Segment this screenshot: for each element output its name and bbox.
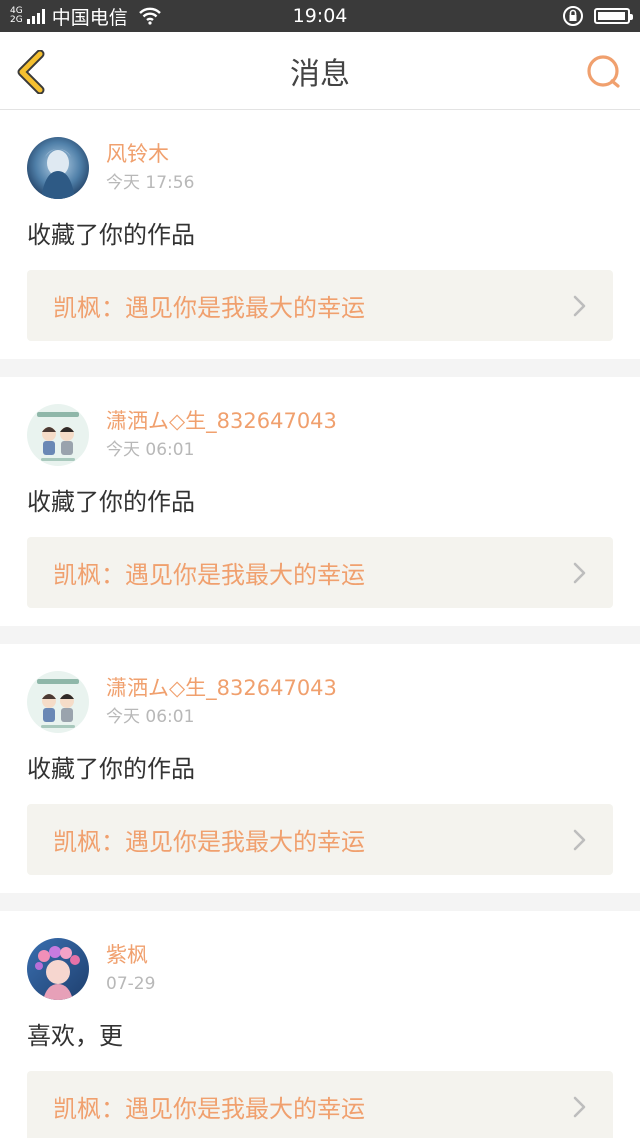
message-action-text: 收藏了你的作品 <box>27 221 195 249</box>
message-action-text: 喜欢，更 <box>27 1022 123 1050</box>
work-title: 凯枫：遇见你是我最大的幸运 <box>53 1095 365 1123</box>
work-link[interactable]: 凯枫：遇见你是我最大的幸运 <box>27 804 613 875</box>
avatar-image <box>27 404 89 466</box>
message-header: 紫枫 07-29 <box>27 937 613 1001</box>
status-left: 4G 2G 中国电信 <box>10 3 161 30</box>
screen: 4G 2G 中国电信 19:04 消息 风铃木 今天 17:56 收藏了你的作品… <box>0 0 640 1138</box>
user-meta: 风铃木 今天 17:56 <box>106 140 194 196</box>
signal-icon <box>26 8 45 24</box>
avatar-image <box>27 938 89 1000</box>
message-time: 今天 06:01 <box>106 440 195 460</box>
wifi-icon <box>138 7 161 25</box>
search-button[interactable] <box>584 52 624 92</box>
work-link[interactable]: 凯枫：遇见你是我最大的幸运 <box>27 270 613 341</box>
network-type-bottom: 2G <box>10 15 23 25</box>
message-card: 风铃木 今天 17:56 收藏了你的作品 凯枫：遇见你是我最大的幸运 <box>0 110 640 359</box>
rotation-lock-icon <box>563 6 583 26</box>
chevron-right-icon <box>573 1096 586 1117</box>
work-link[interactable]: 凯枫：遇见你是我最大的幸运 <box>27 1071 613 1138</box>
message-time: 今天 17:56 <box>106 173 195 193</box>
user-meta: 潇洒ム◇生_832647043 今天 06:01 <box>106 407 337 463</box>
app-header: 消息 <box>0 32 640 110</box>
chevron-left-icon <box>17 49 45 95</box>
avatar-image <box>27 671 89 733</box>
message-header: 风铃木 今天 17:56 <box>27 136 613 200</box>
chevron-right-icon <box>573 295 586 316</box>
search-icon <box>587 55 620 88</box>
battery-level <box>598 12 625 20</box>
work-title: 凯枫：遇见你是我最大的幸运 <box>53 294 365 322</box>
user-name[interactable]: 潇洒ム◇生_832647043 <box>106 407 337 435</box>
message-card: 紫枫 07-29 喜欢，更 凯枫：遇见你是我最大的幸运 <box>0 911 640 1138</box>
status-right <box>562 5 633 27</box>
user-name[interactable]: 风铃木 <box>106 140 194 168</box>
user-meta: 潇洒ム◇生_832647043 今天 06:01 <box>106 674 337 730</box>
avatar[interactable] <box>27 137 89 199</box>
work-link[interactable]: 凯枫：遇见你是我最大的幸运 <box>27 537 613 608</box>
message-header: 潇洒ム◇生_832647043 今天 06:01 <box>27 403 613 467</box>
message-action-text: 收藏了你的作品 <box>27 755 195 783</box>
message-action-text: 收藏了你的作品 <box>27 488 195 516</box>
status-bar: 4G 2G 中国电信 19:04 <box>0 0 640 32</box>
chevron-right-icon <box>573 562 586 583</box>
chevron-right-icon <box>573 829 586 850</box>
message-time: 今天 06:01 <box>106 707 195 727</box>
user-meta: 紫枫 07-29 <box>106 941 155 997</box>
user-name[interactable]: 紫枫 <box>106 941 155 969</box>
message-card: 潇洒ム◇生_832647043 今天 06:01 收藏了你的作品 凯枫：遇见你是… <box>0 644 640 893</box>
work-title: 凯枫：遇见你是我最大的幸运 <box>53 828 365 856</box>
back-button[interactable] <box>14 49 54 95</box>
message-time: 07-29 <box>106 974 156 994</box>
work-title: 凯枫：遇见你是我最大的幸运 <box>53 561 365 589</box>
user-name[interactable]: 潇洒ム◇生_832647043 <box>106 674 337 702</box>
avatar[interactable] <box>27 404 89 466</box>
page-title: 消息 <box>290 56 350 92</box>
message-card: 潇洒ム◇生_832647043 今天 06:01 收藏了你的作品 凯枫：遇见你是… <box>0 377 640 626</box>
message-header: 潇洒ム◇生_832647043 今天 06:01 <box>27 670 613 734</box>
carrier-name: 中国电信 <box>51 6 128 29</box>
battery-icon <box>594 8 633 24</box>
avatar-image <box>27 137 89 199</box>
avatar[interactable] <box>27 671 89 733</box>
message-list: 风铃木 今天 17:56 收藏了你的作品 凯枫：遇见你是我最大的幸运 潇洒ム◇生… <box>0 110 640 1138</box>
network-type-indicator: 4G 2G <box>10 7 23 25</box>
avatar[interactable] <box>27 938 89 1000</box>
